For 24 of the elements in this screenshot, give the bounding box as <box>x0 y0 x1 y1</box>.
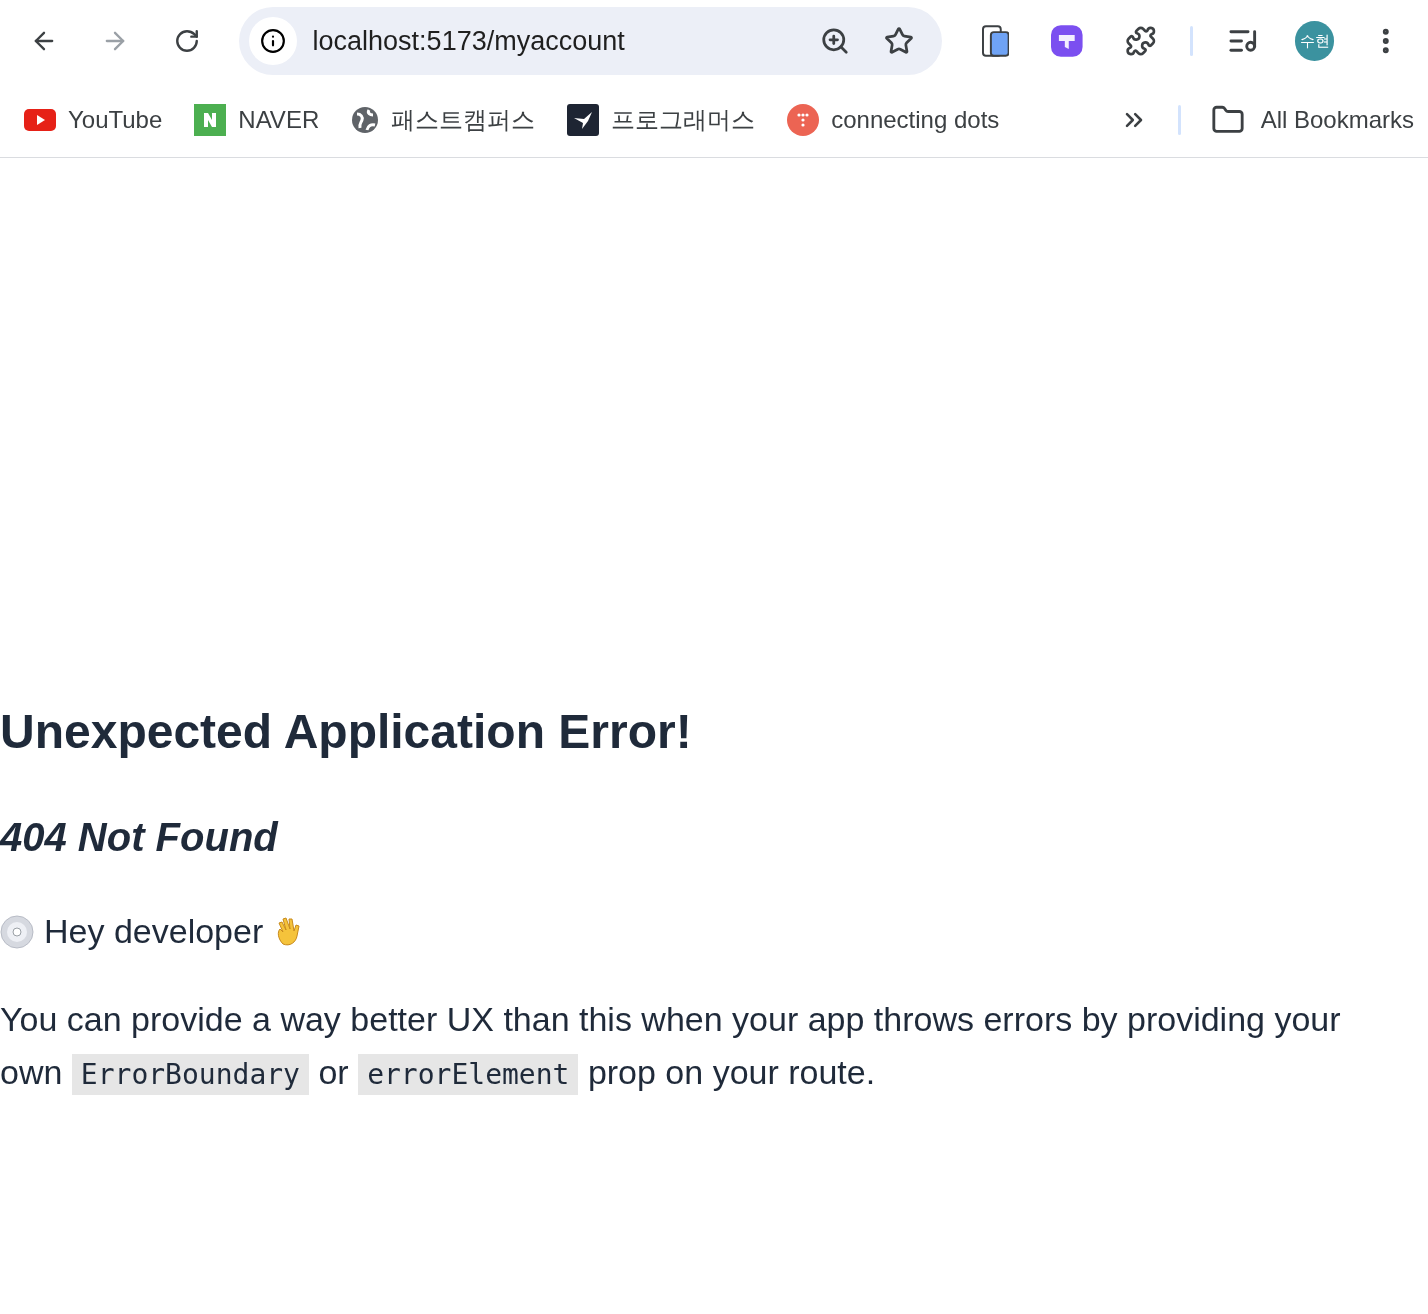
bird-logo-icon <box>567 103 600 136</box>
bookmark-link[interactable]: 프로그래머스 <box>567 101 756 138</box>
dots-logo-icon <box>787 103 820 136</box>
bookmark-link[interactable]: 패스트캠퍼스 <box>351 101 536 138</box>
zoom-icon[interactable] <box>819 26 850 56</box>
error-title: Unexpected Application Error! <box>0 704 693 760</box>
greeting-text: Hey developer <box>44 911 264 952</box>
url-text: localhost:5173/myaccount <box>312 24 625 58</box>
extensions-icon[interactable] <box>1124 25 1157 57</box>
extension-logo-icon[interactable] <box>1051 25 1083 57</box>
info-icon[interactable] <box>248 17 297 65</box>
error-message: You can provide a way better UX than this when your app throws errors by providing your own ErrorBoundary or errorElement prop on your route. <box>0 993 1380 1101</box>
address-bar[interactable]: localhost:5173/myaccount <box>238 7 942 75</box>
play-logo-icon <box>24 108 56 131</box>
n-logo-icon <box>194 103 227 136</box>
devices-icon[interactable] <box>981 25 1010 57</box>
bookmark-link[interactable]: connecting dots <box>787 101 1000 138</box>
profile-avatar[interactable]: 수현 <box>1294 21 1335 61</box>
bookmark-link[interactable]: NAVER <box>194 101 320 138</box>
all-bookmarks-link[interactable]: All Bookmarks <box>1210 101 1414 138</box>
star-icon[interactable] <box>883 26 914 56</box>
bookmark-link[interactable]: YouTube <box>24 101 163 138</box>
globe-icon <box>351 105 380 134</box>
reload-icon[interactable] <box>173 28 200 54</box>
